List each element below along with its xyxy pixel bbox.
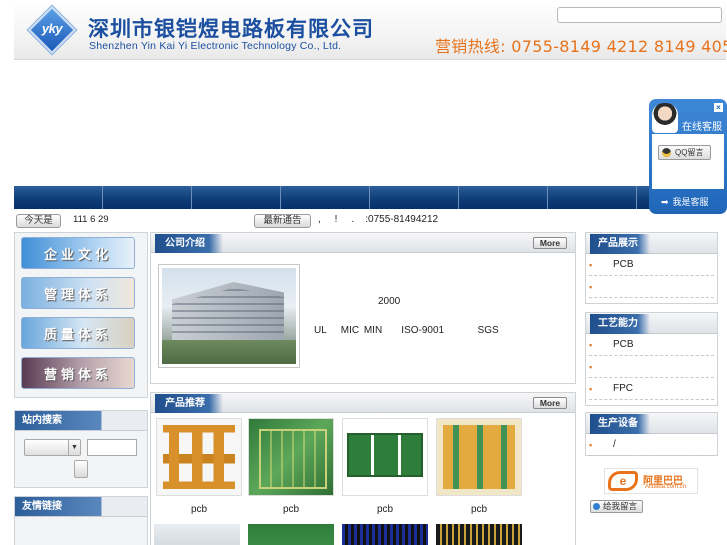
close-icon[interactable]: × [714, 103, 723, 112]
featured-products-header: 产品推荐 More [151, 393, 575, 413]
category-marketing-button[interactable]: 营销体系 [21, 357, 135, 389]
friend-links-box: 友情链接 [14, 496, 148, 545]
news-ticker[interactable]: , ! . :0755-81494212 [318, 214, 438, 225]
list-item[interactable]: ▪ / [589, 434, 714, 456]
product-label[interactable]: pcb [156, 504, 242, 515]
main-nav [14, 186, 726, 209]
online-service-widget: × 在线客服 QQ留言 我是客服 [649, 99, 727, 214]
company-intro-panel: 公司介绍 More 2000 UL MIC MIN ISO-9001 SGS [150, 232, 576, 384]
featured-products-title: 产品推荐 [155, 394, 223, 413]
bullet-icon: ▪ [589, 340, 593, 350]
current-date: 111 6 29 [73, 214, 109, 225]
category-management-button[interactable]: 管理体系 [21, 277, 135, 309]
alibaba-name-en: Alibaba.com.cn [645, 484, 687, 490]
company-name-cn: 深圳市银铠煜电路板有限公司 [88, 17, 374, 41]
online-service-title: 在线客服 [682, 122, 722, 133]
company-logo[interactable]: yky [27, 5, 77, 55]
process-capability-title: 工艺能力 [590, 314, 650, 334]
search-category-select[interactable]: ▼ [24, 439, 81, 456]
friend-links-title: 友情链接 [15, 497, 147, 517]
today-label: 今天是 [16, 214, 61, 228]
intro-text-year: 2000 [378, 296, 401, 307]
top-search-input[interactable] [557, 7, 722, 23]
product-image-green-pcb[interactable] [248, 418, 334, 496]
qq-message-button[interactable]: QQ留言 [658, 145, 711, 160]
product-showcase-box: 产品展示 ▪ PCB ▪ [585, 232, 718, 304]
chevron-down-icon: ▼ [68, 440, 80, 455]
list-item[interactable]: ▪ [589, 356, 714, 378]
site-search-title: 站内搜索 [15, 411, 147, 431]
info-bar: 今天是 111 6 29 最新通告 , ! . :0755-81494212 [14, 210, 726, 232]
product-showcase-title: 产品展示 [590, 234, 650, 254]
i-am-service-link[interactable]: 我是客服 [661, 195, 709, 208]
banner-area [14, 60, 726, 186]
nav-item-1[interactable] [14, 186, 103, 209]
list-item[interactable]: ▪ FPC [589, 378, 714, 400]
alibaba-link[interactable]: e 阿里巴巴 Alibaba.com.cn [604, 468, 698, 494]
company-name-en: Shenzhen Yin Kai Yi Electronic Technolog… [89, 40, 342, 52]
intro-more-button[interactable]: More [533, 237, 567, 249]
alibaba-logo-icon: e [608, 471, 638, 491]
nav-item-5[interactable] [370, 186, 459, 209]
product-image-row2[interactable] [342, 524, 428, 545]
product-image-gold-pcb[interactable] [436, 418, 522, 496]
nav-item-6[interactable] [459, 186, 548, 209]
latest-news-label: 最新通告 [254, 214, 311, 228]
site-search-box: 站内搜索 ▼ [14, 410, 148, 488]
category-culture-button[interactable]: 企业文化 [21, 237, 135, 269]
process-capability-box: 工艺能力 ▪ PCB ▪ ▪ FPC [585, 312, 718, 406]
bullet-icon: ▪ [589, 384, 593, 394]
product-image-row2[interactable] [436, 524, 522, 545]
bullet-icon: ▪ [589, 282, 593, 292]
product-image-flex-pcb[interactable] [156, 418, 242, 496]
product-label[interactable]: pcb [342, 504, 428, 515]
products-more-button[interactable]: More [533, 397, 567, 409]
bullet-icon: ▪ [589, 440, 593, 450]
search-keyword-input[interactable] [87, 439, 137, 456]
sales-hotline: 营销热线: 0755-8149 4212 8149 4059 [435, 37, 727, 56]
list-item[interactable]: ▪ [589, 276, 714, 298]
list-item[interactable]: ▪ PCB [589, 334, 714, 356]
nav-item-7[interactable] [548, 186, 637, 209]
production-equipment-box: 生产设备 ▪ / [585, 412, 718, 456]
bullet-icon: ▪ [589, 260, 593, 270]
product-image-row2[interactable] [154, 524, 240, 545]
intro-text-certs: UL MIC MIN ISO-9001 SGS [314, 325, 499, 336]
company-intro-header: 公司介绍 More [151, 233, 575, 253]
list-item[interactable]: ▪ PCB [589, 254, 714, 276]
product-label[interactable]: pcb [436, 504, 522, 515]
culture-menu: 企业文化 管理体系 质量体系 营销体系 [14, 232, 148, 398]
bullet-icon: ▪ [589, 362, 593, 372]
company-intro-title: 公司介绍 [155, 234, 223, 253]
leave-message-button[interactable]: 给我留言 [590, 500, 643, 513]
nav-item-3[interactable] [192, 186, 281, 209]
search-submit-button[interactable] [74, 460, 88, 478]
featured-products-panel: 产品推荐 More pcb pcb pcb pcb [150, 392, 576, 545]
factory-photo[interactable] [158, 264, 300, 368]
site-header: yky 深圳市银铠煜电路板有限公司 Shenzhen Yin Kai Yi El… [14, 0, 727, 60]
product-label[interactable]: pcb [248, 504, 334, 515]
production-equipment-title: 生产设备 [590, 414, 650, 434]
nav-item-2[interactable] [103, 186, 192, 209]
product-image-row2[interactable] [248, 524, 334, 545]
category-quality-button[interactable]: 质量体系 [21, 317, 135, 349]
product-image-strip-pcb[interactable] [342, 418, 428, 496]
nav-item-4[interactable] [281, 186, 370, 209]
logo-text: yky [41, 21, 63, 36]
service-agent-avatar [652, 103, 678, 133]
